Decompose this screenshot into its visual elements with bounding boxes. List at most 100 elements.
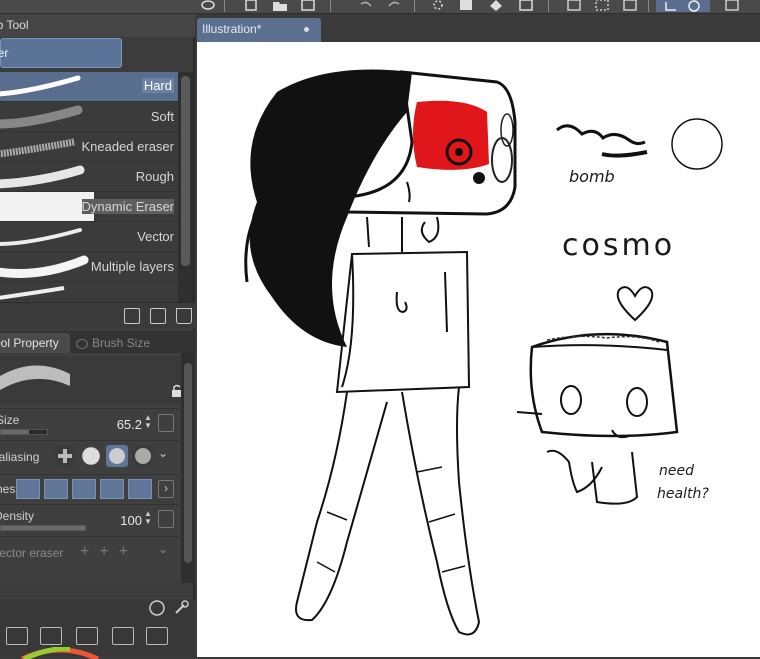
color-slider-tab-icon[interactable] bbox=[40, 627, 62, 645]
brush-item-soft[interactable]: Soft bbox=[0, 102, 178, 132]
size-value[interactable]: 65.2 bbox=[117, 417, 142, 432]
close-tab-icon[interactable] bbox=[304, 27, 309, 32]
brush-stroke-preview bbox=[0, 138, 75, 158]
command-bar bbox=[0, 0, 760, 14]
toolbar-separator bbox=[548, 0, 549, 12]
torso bbox=[335, 250, 471, 394]
invert-selection-icon[interactable] bbox=[622, 0, 638, 12]
vector-eraser-row: Vector eraser +++ ⌄ bbox=[0, 536, 180, 566]
clear-icon[interactable] bbox=[458, 0, 474, 12]
brush-item-hard[interactable]: Hard bbox=[0, 72, 178, 102]
brush-item-partial[interactable] bbox=[0, 282, 178, 300]
brush-item-multiple-layers[interactable]: Multiple layers bbox=[0, 252, 178, 282]
aa-medium-icon[interactable] bbox=[106, 445, 128, 467]
redo-icon[interactable] bbox=[386, 0, 402, 12]
save-icon[interactable] bbox=[300, 0, 316, 12]
density-options-button[interactable] bbox=[158, 510, 174, 528]
tab-brush-size[interactable]: Brush Size bbox=[76, 333, 166, 353]
toolbar-separator bbox=[648, 0, 649, 12]
density-slider[interactable] bbox=[0, 525, 86, 531]
undo-icon[interactable] bbox=[358, 0, 374, 12]
antialiasing-label: Anti-aliasing bbox=[0, 450, 40, 464]
tab-tool-property[interactable]: Tool Property bbox=[0, 333, 70, 353]
aa-weak-icon[interactable] bbox=[82, 447, 100, 465]
chevron-down-icon[interactable]: ⌄ bbox=[158, 542, 174, 560]
property-tabs: Tool Property Brush Size bbox=[0, 331, 195, 353]
open-folder-icon[interactable] bbox=[272, 0, 288, 12]
intermediate-color-tab-icon[interactable] bbox=[112, 627, 134, 645]
copy-subtool-icon[interactable] bbox=[124, 308, 140, 324]
size-spinner[interactable]: ▲ ▼ bbox=[144, 414, 154, 432]
document-tab-title: Illustration* bbox=[202, 22, 262, 36]
scrollbar-thumb[interactable] bbox=[184, 363, 192, 563]
brush-label: Multiple layers bbox=[90, 259, 174, 274]
toolbar-separator bbox=[414, 0, 415, 12]
delete-subtool-icon[interactable] bbox=[176, 308, 192, 324]
new-file-icon[interactable] bbox=[244, 0, 260, 12]
size-label: Size bbox=[0, 413, 20, 427]
subtool-header: Sub Tool bbox=[0, 14, 195, 37]
tab-label: Tool Property bbox=[0, 336, 59, 350]
size-row: Size 65.2 ▲ ▼ bbox=[0, 408, 180, 440]
density-value[interactable]: 100 bbox=[120, 513, 142, 528]
color-wheel[interactable] bbox=[20, 647, 100, 659]
brush-stroke-preview bbox=[0, 75, 81, 97]
snap-toggle-icon[interactable] bbox=[656, 0, 710, 12]
health-text: health? bbox=[657, 486, 709, 502]
fill-icon[interactable] bbox=[488, 0, 504, 12]
aa-strong-icon[interactable] bbox=[132, 445, 154, 467]
layer-icon[interactable] bbox=[200, 0, 216, 12]
eraser-group-tab[interactable]: Eraser bbox=[0, 38, 122, 68]
vector-eraser-options[interactable]: +++ bbox=[80, 543, 138, 561]
hardness-level[interactable] bbox=[72, 479, 96, 499]
color-wheel-tab-icon[interactable] bbox=[6, 627, 28, 645]
eraser-group-label: Eraser bbox=[0, 46, 9, 60]
left-panel: Sub Tool Eraser Hard Soft Kneaded eraser… bbox=[0, 14, 195, 659]
hardness-level[interactable] bbox=[100, 479, 124, 499]
property-scrollbar[interactable] bbox=[181, 353, 195, 583]
ruler-icon[interactable] bbox=[724, 0, 740, 12]
brush-stroke-preview bbox=[0, 165, 85, 189]
hardness-level[interactable] bbox=[44, 479, 68, 499]
chevron-right-icon[interactable]: › bbox=[158, 480, 174, 498]
settings-icon[interactable] bbox=[148, 599, 166, 617]
brush-label: Vector bbox=[137, 229, 174, 244]
brush-label: Dynamic Eraser bbox=[81, 199, 174, 214]
brush-size-icon bbox=[76, 338, 88, 349]
brush-stroke-preview bbox=[0, 228, 82, 246]
hair-shape bbox=[249, 69, 412, 347]
deselect-icon[interactable] bbox=[594, 0, 610, 12]
new-subtool-icon[interactable] bbox=[150, 308, 166, 324]
select-all-icon[interactable] bbox=[566, 0, 582, 12]
brush-label: Kneaded eraser bbox=[81, 139, 174, 154]
brush-preview bbox=[0, 356, 190, 404]
transform-icon[interactable] bbox=[518, 0, 534, 12]
brush-item-rough[interactable]: Rough bbox=[0, 162, 178, 192]
wrench-icon[interactable] bbox=[172, 599, 190, 617]
document-tab[interactable]: Illustration* bbox=[197, 18, 321, 42]
size-options-button[interactable] bbox=[158, 414, 174, 432]
brush-item-dynamic-eraser[interactable]: Dynamic Eraser bbox=[0, 192, 178, 222]
brush-item-vector[interactable]: Vector bbox=[0, 222, 178, 252]
loading-icon[interactable] bbox=[430, 0, 446, 12]
density-spinner[interactable]: ▲ ▼ bbox=[144, 510, 154, 528]
sketch-circle bbox=[671, 118, 723, 170]
brush-stroke-preview bbox=[0, 255, 89, 278]
heart-shape bbox=[616, 286, 654, 322]
drawing-canvas[interactable]: bomb cosmo need health? bbox=[197, 42, 760, 657]
chevron-down-icon[interactable]: ⌄ bbox=[158, 446, 174, 464]
scrollbar-thumb[interactable] bbox=[181, 76, 190, 266]
tool-property-panel: Size 65.2 ▲▼ Anti-aliasing ⌄ Hardness › bbox=[0, 353, 195, 583]
brush-list-scrollbar[interactable] bbox=[178, 72, 193, 310]
hardness-level[interactable] bbox=[128, 479, 152, 499]
brush-label: Soft bbox=[150, 109, 174, 124]
approximate-color-tab-icon[interactable] bbox=[146, 627, 168, 645]
left-leg bbox=[295, 391, 388, 622]
hardness-level[interactable] bbox=[16, 479, 40, 499]
size-slider[interactable] bbox=[0, 429, 48, 435]
brush-label: Rough bbox=[135, 169, 174, 184]
scribble-text: bomb bbox=[569, 167, 615, 186]
brush-item-kneaded-eraser[interactable]: Kneaded eraser bbox=[0, 132, 178, 162]
color-set-tab-icon[interactable] bbox=[76, 627, 98, 645]
aa-none-icon[interactable] bbox=[54, 445, 76, 467]
